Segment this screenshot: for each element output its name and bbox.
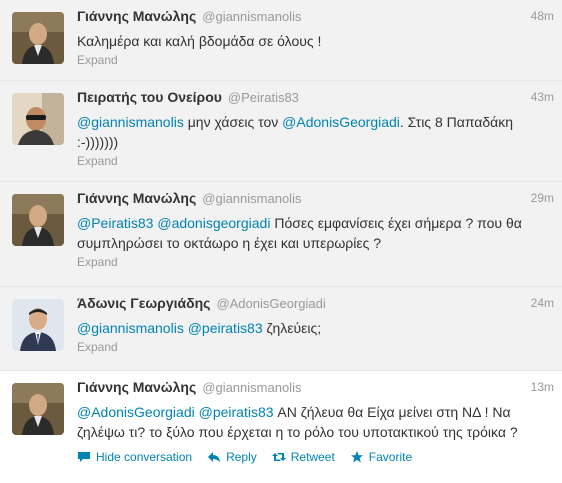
tweet-text: @giannismanolis @peiratis83 ζηλεύεις;	[77, 318, 552, 338]
mention-link[interactable]: @Peiratis83	[77, 215, 153, 231]
reply-label: Reply	[226, 450, 257, 464]
favorite-button[interactable]: Favorite	[350, 450, 412, 464]
retweet-label: Retweet	[290, 450, 335, 464]
favorite-label: Favorite	[368, 450, 413, 464]
expand-link[interactable]: Expand	[77, 340, 552, 354]
avatar[interactable]	[12, 299, 64, 351]
mention-link[interactable]: @giannismanolis	[77, 114, 184, 130]
author-name[interactable]: Γιάννης Μανώλης	[77, 190, 196, 206]
expand-link[interactable]: Expand	[77, 53, 552, 67]
author-handle[interactable]: @giannismanolis	[202, 191, 301, 206]
retweet-icon	[271, 453, 286, 461]
author-handle[interactable]: @AdonisGeorgiadi	[216, 296, 325, 311]
timestamp[interactable]: 13m	[531, 380, 554, 394]
author-name[interactable]: Άδωνις Γεωργιάδης	[77, 295, 210, 311]
author-handle[interactable]: @Peiratis83	[228, 90, 299, 105]
conversation-feed: Γιάννης Μανώλης @giannismanolis 48m Καλη…	[0, 0, 562, 483]
mention-link[interactable]: @AdonisGeorgiadi	[282, 114, 400, 130]
retweet-button[interactable]: Retweet	[271, 450, 335, 464]
tweet-text: @AdonisGeorgiadi @peiratis83 ΑΝ ζήλευα θ…	[77, 402, 552, 442]
avatar[interactable]	[12, 12, 64, 64]
star-icon	[350, 451, 363, 463]
timestamp[interactable]: 29m	[531, 191, 554, 205]
tweet-text: @Peiratis83 @adonisgeorgiadi Πόσες εμφαν…	[77, 213, 552, 253]
mention-link[interactable]: @peiratis83	[199, 404, 274, 420]
timestamp[interactable]: 48m	[531, 9, 554, 23]
mention-link[interactable]: @peiratis83	[188, 320, 263, 336]
mention-link[interactable]: @adonisgeorgiadi	[157, 215, 270, 231]
tweet[interactable]: Γιάννης Μανώλης @giannismanolis 29m @Pei…	[0, 182, 562, 287]
reply-button[interactable]: Reply	[207, 450, 257, 464]
tweet[interactable]: Άδωνις Γεωργιάδης @AdonisGeorgiadi 24m @…	[0, 287, 562, 371]
avatar[interactable]	[12, 93, 64, 145]
text-fragment: μην χάσεις τον	[183, 114, 283, 130]
author-name[interactable]: Γιάννης Μανώλης	[77, 379, 196, 395]
tweet[interactable]: Γιάννης Μανώλης @giannismanolis 48m Καλη…	[0, 0, 562, 81]
timestamp[interactable]: 43m	[531, 90, 554, 104]
avatar[interactable]	[12, 194, 64, 246]
avatar[interactable]	[12, 383, 64, 435]
speech-bubble-icon	[78, 452, 90, 462]
mention-link[interactable]: @AdonisGeorgiadi	[77, 404, 195, 420]
tweet-actions: Hide conversation Reply Retweet Favorite	[77, 450, 552, 464]
author-name[interactable]: Πειρατής του Ονείρου	[77, 89, 222, 105]
expand-link[interactable]: Expand	[77, 255, 552, 269]
mention-link[interactable]: @giannismanolis	[77, 320, 184, 336]
tweet-text: @giannismanolis μην χάσεις τον @AdonisGe…	[77, 112, 552, 152]
timestamp[interactable]: 24m	[531, 296, 554, 310]
hide-conversation-button[interactable]: Hide conversation	[77, 450, 192, 464]
text-fragment: ζηλεύεις;	[262, 320, 322, 336]
hide-conversation-label: Hide conversation	[96, 450, 193, 464]
author-handle[interactable]: @giannismanolis	[202, 380, 301, 395]
expand-link[interactable]: Expand	[77, 154, 552, 168]
reply-icon	[208, 452, 221, 462]
author-name[interactable]: Γιάννης Μανώλης	[77, 8, 196, 24]
tweet-text: Καλημέρα και καλή βδομάδα σε όλους !	[77, 33, 322, 49]
tweet[interactable]: Πειρατής του Ονείρου @Peiratis83 43m @gi…	[0, 81, 562, 182]
author-handle[interactable]: @giannismanolis	[202, 9, 301, 24]
tweet-focused[interactable]: Γιάννης Μανώλης @giannismanolis 13m @Ado…	[0, 371, 562, 483]
